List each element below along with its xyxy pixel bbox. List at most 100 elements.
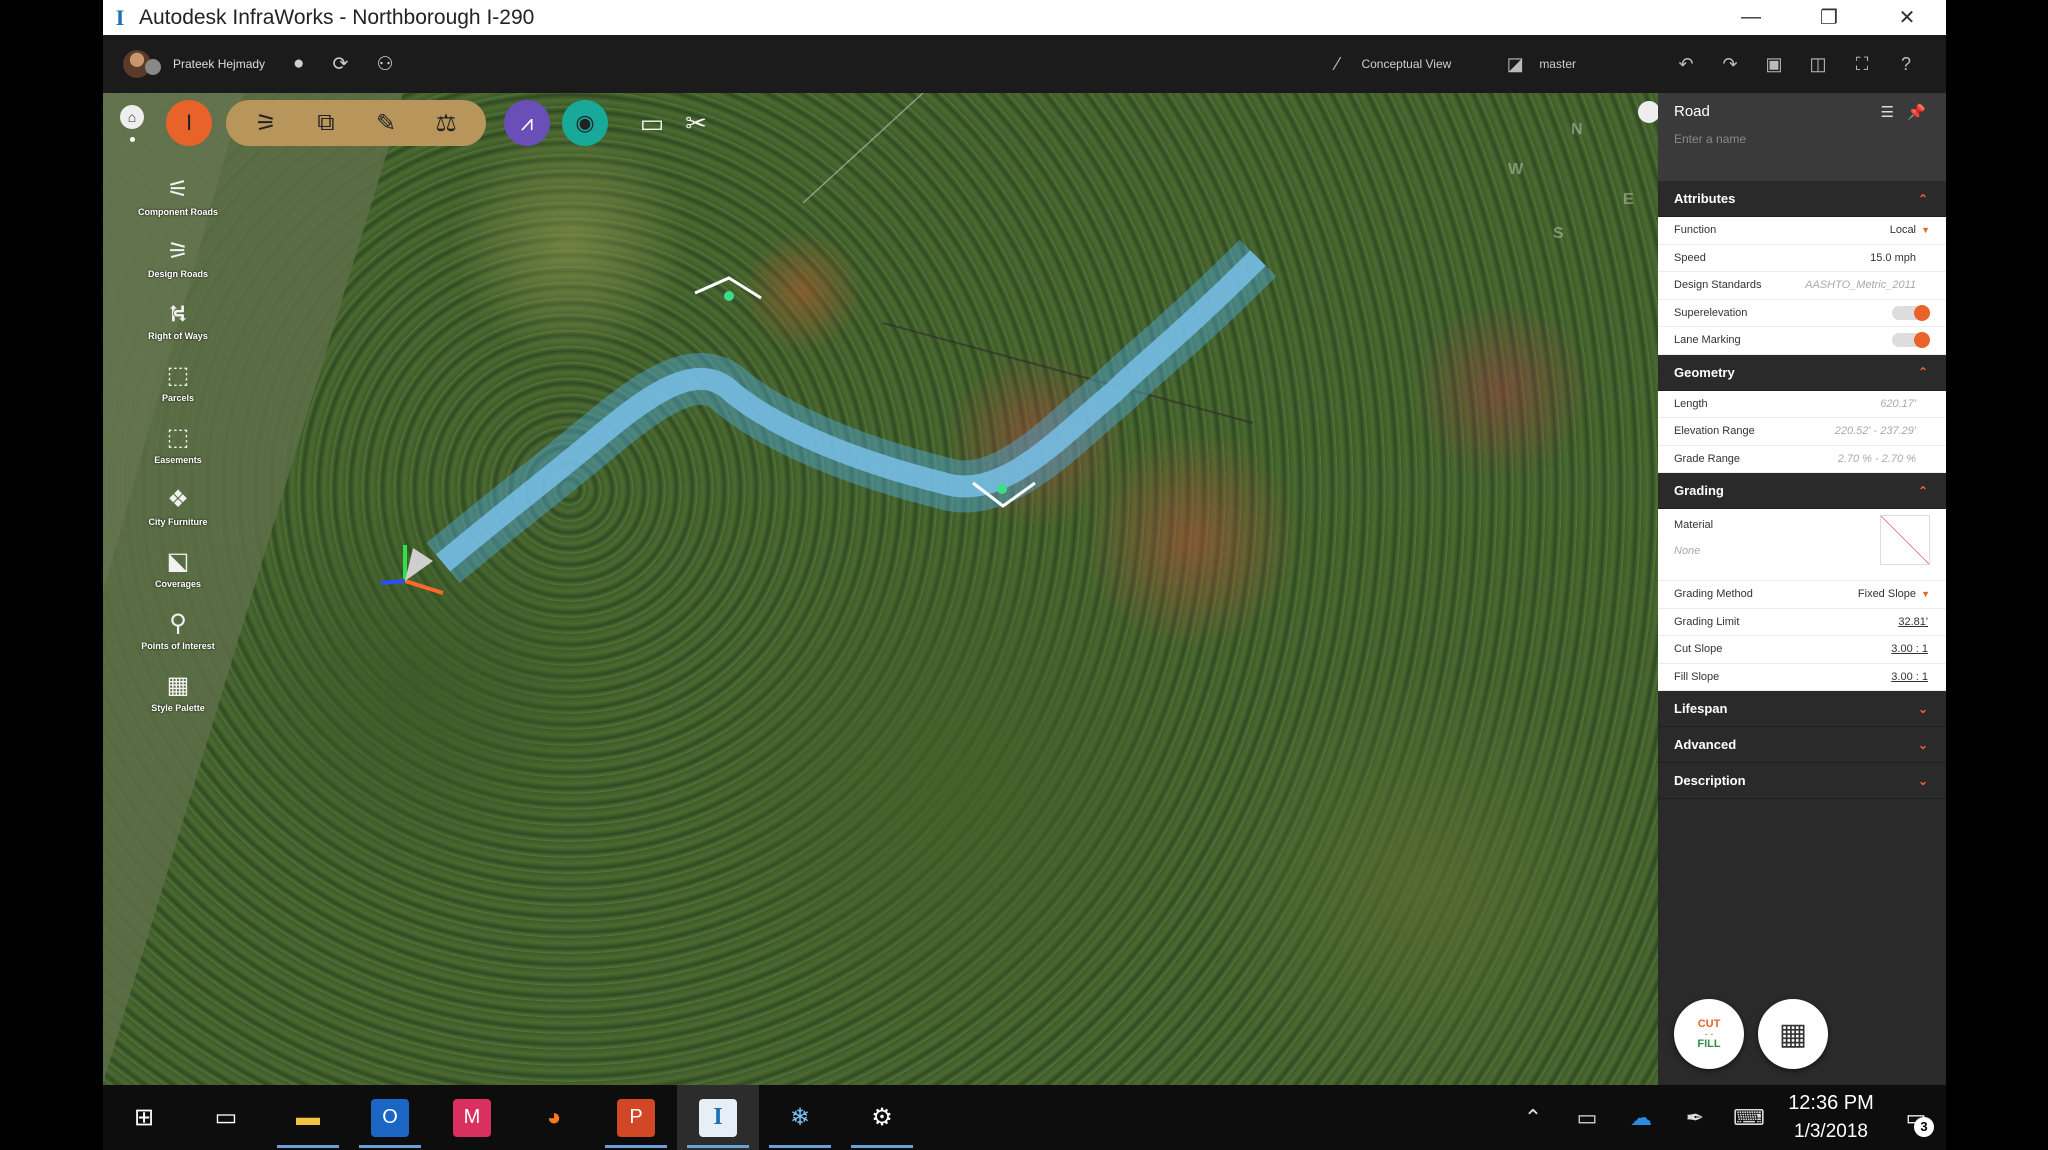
taskbar-infraworks[interactable]: I (677, 1085, 759, 1150)
grading-limit-row[interactable]: Grading Limit 32.81' (1658, 608, 1946, 636)
terrain-tool-icon[interactable]: ⩘ (504, 100, 550, 146)
sketch-tool-icon[interactable]: ✎ (356, 109, 416, 138)
name-input[interactable]: Enter a name (1674, 132, 1930, 146)
section-grading[interactable]: Grading ⌃ (1658, 473, 1946, 509)
taskbar-file-explorer[interactable]: ▬ (267, 1085, 349, 1150)
palette-item-easements[interactable]: ⬚ Easements (123, 421, 233, 483)
design-standards-row[interactable]: Design Standards AASHTO_Metric_2011 (1658, 272, 1946, 300)
taskbar-snowflake-app[interactable]: ❄ (759, 1085, 841, 1150)
battery-icon[interactable]: ▭ (1560, 1105, 1614, 1131)
panel-layout-icon[interactable]: ◫ (1808, 54, 1828, 75)
superelevation-toggle[interactable] (1892, 304, 1930, 321)
function-row[interactable]: Function Local ▼ (1658, 217, 1946, 245)
cut-slope-field[interactable]: 3.00 : 1 (1891, 643, 1928, 655)
palette-expand-dot[interactable] (129, 136, 135, 142)
palette-item-coverages[interactable]: ⬕ Coverages (123, 545, 233, 607)
clock-date: 1/3/2018 (1794, 1121, 1868, 1142)
chevron-down-icon: ⌄ (1917, 773, 1928, 788)
palette-item-points-of-interest[interactable]: ⚲ Points of Interest (123, 607, 233, 669)
section-attributes[interactable]: Attributes ⌃ (1658, 181, 1946, 217)
speed-field[interactable]: 15.0 mph (1870, 252, 1916, 264)
minimize-button[interactable]: — (1712, 0, 1790, 35)
cut-fill-button[interactable]: CUT - - FILL (1674, 999, 1744, 1069)
close-button[interactable]: ✕ (1868, 0, 1946, 35)
m-app-icon: M (453, 1098, 491, 1137)
fill-slope-row[interactable]: Fill Slope 3.00 : 1 (1658, 663, 1946, 691)
taskbar-powerpoint[interactable]: P (595, 1085, 677, 1150)
pin-icon[interactable]: 📌 (1907, 103, 1926, 121)
user-name[interactable]: Prateek Hejmady (173, 57, 265, 71)
view-tool-icon[interactable]: ◉ (562, 100, 608, 146)
palette-item-design-roads[interactable]: ⚞ Design Roads (123, 235, 233, 297)
calculator-button[interactable]: ▦ (1758, 999, 1828, 1069)
bookmark-view-icon[interactable]: ▣ (1764, 54, 1784, 75)
chevron-down-icon: ▼ (1921, 225, 1930, 236)
roads-tool-icon[interactable]: ⚞ (236, 109, 296, 138)
view-style-label[interactable]: Conceptual View (1361, 57, 1451, 71)
palette-item-right-of-ways[interactable]: ⛕ Right of Ways (123, 297, 233, 359)
lane-marking-toggle[interactable] (1892, 332, 1930, 349)
road-corridor[interactable] (103, 93, 1658, 1085)
chat-bubble-icon[interactable]: ● (293, 53, 304, 75)
fill-slope-field[interactable]: 3.00 : 1 (1891, 671, 1928, 683)
function-select[interactable]: Local (1890, 224, 1916, 236)
outlook-icon: O (371, 1098, 409, 1137)
onedrive-cloud-icon[interactable]: ☁ (1614, 1105, 1668, 1131)
chevron-down-icon: ⌄ (1917, 701, 1928, 716)
menu-icon[interactable]: ☰ (1881, 103, 1894, 121)
taskbar-app-m[interactable]: M (431, 1085, 513, 1150)
task-view-button[interactable]: ▭ (185, 1085, 267, 1150)
fullscreen-icon[interactable]: ⛶ (1852, 54, 1872, 75)
length-value: 620.17' (1880, 397, 1916, 410)
palette-item-component-roads[interactable]: ⚟ Component Roads (123, 173, 233, 235)
grading-method-select[interactable]: Fixed Slope (1858, 588, 1916, 600)
help-icon[interactable]: ? (1896, 54, 1916, 75)
view-style-icon[interactable]: ⁄ (1327, 54, 1347, 75)
taskbar-firefox[interactable]: ◕ (513, 1085, 595, 1150)
speed-row[interactable]: Speed 15.0 mph (1658, 244, 1946, 272)
lane-marking-row[interactable]: Lane Marking (1658, 327, 1946, 355)
clock[interactable]: 12:36 PM 1/3/2018 (1776, 1092, 1886, 1143)
section-geometry[interactable]: Geometry ⌃ (1658, 354, 1946, 391)
analyze-tool-icon[interactable]: ⚖ (416, 109, 476, 138)
easements-icon: ⬚ (166, 424, 190, 451)
action-center-button[interactable]: ▭ 3 (1886, 1105, 1946, 1137)
calculator-icon: ▦ (1778, 1017, 1808, 1051)
section-lifespan[interactable]: Lifespan ⌄ (1658, 691, 1946, 727)
copy-tool-icon[interactable]: ⧉ (296, 109, 356, 137)
section-description[interactable]: Description ⌄ (1658, 763, 1946, 799)
palette-item-city-furniture[interactable]: ❖ City Furniture (123, 483, 233, 545)
grading-method-row[interactable]: Grading Method Fixed Slope ▼ (1658, 581, 1946, 609)
collaborators-icon[interactable]: ⚇ (376, 53, 393, 76)
sync-icon[interactable]: ⟳ (333, 53, 349, 76)
home-icon[interactable]: ⌂ (120, 104, 144, 129)
settings-tools-icon[interactable]: ✂ (674, 108, 718, 139)
superelevation-row[interactable]: Superelevation (1658, 299, 1946, 327)
palette-item-style-palette[interactable]: ▦ Style Palette (123, 669, 233, 731)
show-hidden-icons-chevron-icon[interactable]: ⌃ (1506, 1105, 1560, 1131)
component-roads-icon: ⚟ (167, 176, 189, 203)
start-button[interactable]: ⊞ (103, 1085, 185, 1150)
undo-icon[interactable]: ↶ (1676, 54, 1696, 75)
taskbar-outlook[interactable]: O (349, 1085, 431, 1150)
section-advanced[interactable]: Advanced ⌄ (1658, 727, 1946, 763)
user-status-badge (145, 59, 161, 75)
touch-keyboard-icon[interactable]: ⌨ (1722, 1105, 1776, 1131)
section-label: Geometry (1674, 364, 1735, 380)
taskbar-settings[interactable]: ⚙ (841, 1085, 923, 1150)
pen-icon[interactable]: ✒ (1668, 1105, 1722, 1131)
cut-slope-row[interactable]: Cut Slope 3.00 : 1 (1658, 636, 1946, 664)
redo-icon[interactable]: ↷ (1720, 54, 1740, 75)
material-row[interactable]: Material None (1658, 509, 1946, 581)
restore-button[interactable]: ❐ (1790, 0, 1868, 35)
material-swatch[interactable] (1880, 515, 1930, 565)
compass-reset-button[interactable] (1638, 101, 1658, 123)
compass-n: N (1571, 121, 1583, 138)
proposal-label[interactable]: master (1539, 57, 1576, 71)
palette-item-parcels[interactable]: ⬚ Parcels (123, 359, 233, 421)
grading-limit-field[interactable]: 32.81' (1898, 616, 1928, 628)
infraworks-tool-icon[interactable]: I (166, 100, 212, 146)
map-viewport[interactable]: ⌂ I ⚞ ⧉ ✎ ⚖ ⩘ ◉ ▭ ✂ ⚟ Component Roads ⚞ De… (103, 93, 1658, 1085)
presentation-tool-icon[interactable]: ▭ (630, 108, 674, 139)
proposal-icon[interactable]: ◪ (1505, 54, 1525, 75)
